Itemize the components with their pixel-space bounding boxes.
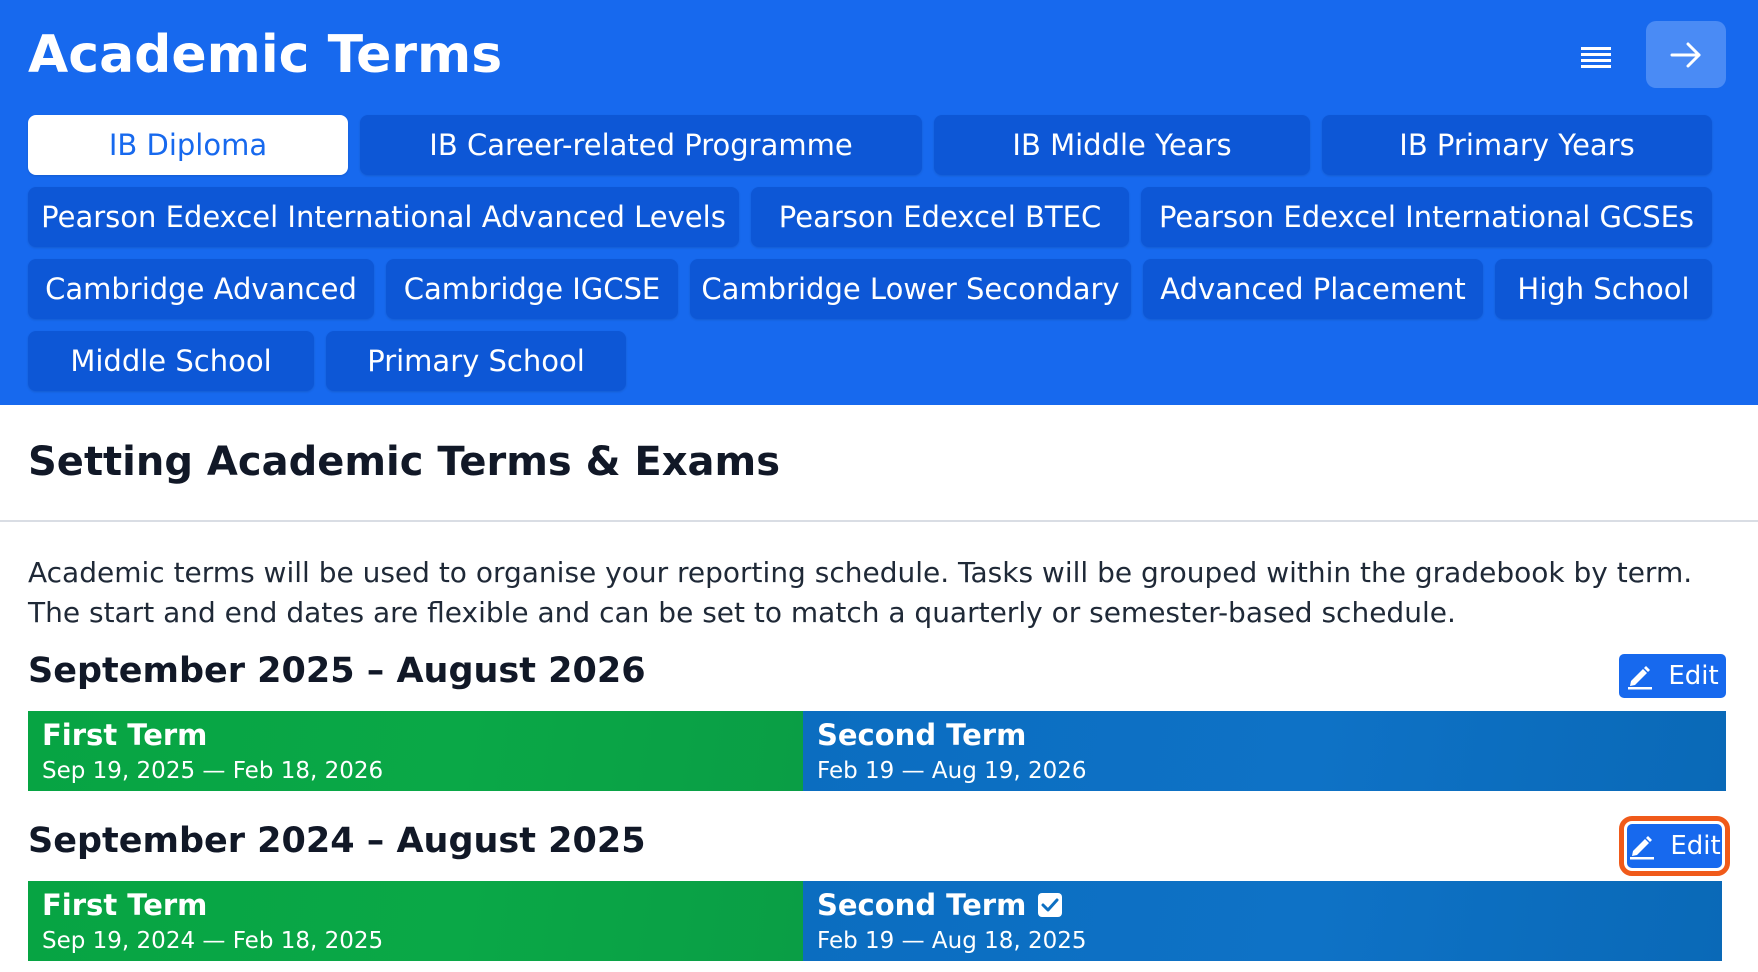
term-name: Second Term xyxy=(817,888,1027,922)
tab-cambridge-advanced[interactable]: Cambridge Advanced xyxy=(28,259,374,319)
term-name: First Term xyxy=(42,888,208,922)
term-block[interactable]: Second Term Feb 19 — Aug 18, 2025 xyxy=(803,881,1722,961)
term-name: First Term xyxy=(42,718,208,752)
section-title: Setting Academic Terms & Exams xyxy=(28,439,781,485)
list-icon[interactable] xyxy=(1576,38,1616,78)
term-dates: Sep 19, 2025 — Feb 18, 2026 xyxy=(42,758,384,784)
term-bar: First Term Sep 19, 2025 — Feb 18, 2026 S… xyxy=(28,711,1726,791)
tab-pearson-edexcel-international-gcses[interactable]: Pearson Edexcel International GCSEs xyxy=(1141,187,1712,247)
tab-cambridge-lower-secondary[interactable]: Cambridge Lower Secondary xyxy=(690,259,1131,319)
header-bar: Academic Terms IB Diploma IB Career-rela… xyxy=(0,0,1758,405)
academic-year-title: September 2025 – August 2026 xyxy=(28,651,646,691)
tab-primary-school[interactable]: Primary School xyxy=(326,331,626,391)
term-block[interactable]: First Term Sep 19, 2024 — Feb 18, 2025 xyxy=(28,881,803,961)
edit-year-button[interactable]: Edit xyxy=(1619,654,1726,698)
tab-ib-primary-years[interactable]: IB Primary Years xyxy=(1322,115,1712,175)
forward-button[interactable] xyxy=(1646,21,1726,88)
tab-pearson-edexcel-btec[interactable]: Pearson Edexcel BTEC xyxy=(751,187,1129,247)
term-block[interactable]: First Term Sep 19, 2025 — Feb 18, 2026 xyxy=(28,711,803,791)
pencil-icon xyxy=(1626,662,1654,690)
tab-ib-diploma[interactable]: IB Diploma xyxy=(28,115,348,175)
term-bar: First Term Sep 19, 2024 — Feb 18, 2025 S… xyxy=(28,881,1722,961)
tab-pearson-edexcel-international-advanced-levels[interactable]: Pearson Edexcel International Advanced L… xyxy=(28,187,739,247)
academic-year-title: September 2024 – August 2025 xyxy=(28,821,646,861)
term-dates: Feb 19 — Aug 19, 2026 xyxy=(817,758,1087,784)
description-text: Academic terms will be used to organise … xyxy=(28,556,1693,629)
term-block[interactable]: Second Term Feb 19 — Aug 19, 2026 xyxy=(803,711,1726,791)
term-dates: Feb 19 — Aug 18, 2025 xyxy=(817,928,1087,954)
term-dates: Sep 19, 2024 — Feb 18, 2025 xyxy=(42,928,384,954)
edit-year-button[interactable]: Edit xyxy=(1619,816,1730,876)
edit-label: Edit xyxy=(1668,661,1719,691)
tab-high-school[interactable]: High School xyxy=(1495,259,1712,319)
page-title: Academic Terms xyxy=(28,25,503,85)
checkbox-checked-icon xyxy=(1038,893,1063,917)
tab-advanced-placement[interactable]: Advanced Placement xyxy=(1143,259,1483,319)
tab-cambridge-igcse[interactable]: Cambridge IGCSE xyxy=(386,259,678,319)
arrow-right-icon xyxy=(1670,42,1702,68)
pencil-icon xyxy=(1628,832,1656,860)
tab-middle-school[interactable]: Middle School xyxy=(28,331,314,391)
tab-ib-career-related-programme[interactable]: IB Career-related Programme xyxy=(360,115,922,175)
term-name: Second Term xyxy=(817,718,1027,752)
tab-ib-middle-years[interactable]: IB Middle Years xyxy=(934,115,1310,175)
edit-label: Edit xyxy=(1670,831,1721,861)
divider xyxy=(0,520,1758,522)
